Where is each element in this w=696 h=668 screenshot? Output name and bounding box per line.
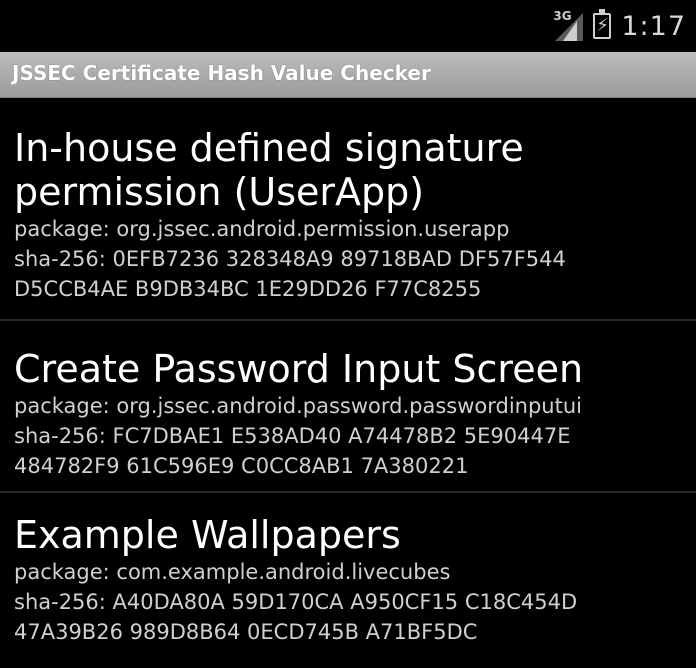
status-bar: 3G ⚡ 1:17 bbox=[0, 0, 696, 52]
battery-icon: ⚡ bbox=[593, 9, 612, 39]
package-name: package: com.example.android.livecubes bbox=[14, 560, 451, 584]
network-type-label: 3G bbox=[553, 9, 572, 23]
list-item[interactable]: In-house defined signature permission (U… bbox=[0, 98, 696, 321]
app-name: In-house defined signature permission (U… bbox=[14, 126, 524, 214]
sha256-line: 47A39B26 989D8B64 0ECD745B A71BF5DC bbox=[14, 620, 478, 644]
sha256-line: sha-256: A40DA80A 59D170CA A950CF15 C18C… bbox=[14, 590, 578, 614]
app-list: In-house defined signature permission (U… bbox=[0, 98, 696, 668]
sha256-line: 484782F9 61C596E9 C0CC8AB1 7A380221 bbox=[14, 454, 469, 478]
sha256-line: D5CCB4AE B9DB34BC 1E29DD26 F77C8255 bbox=[14, 277, 482, 301]
list-item[interactable]: Create Password Input Screen package: or… bbox=[0, 321, 696, 493]
status-clock: 1:17 bbox=[621, 10, 686, 42]
status-icons: 3G ⚡ 1:17 bbox=[553, 8, 686, 44]
sha256-line: sha-256: 0EFB7236 328348A9 89718BAD DF57… bbox=[14, 247, 566, 271]
app-name: Example Wallpapers bbox=[14, 513, 401, 557]
package-name: package: org.jssec.android.permission.us… bbox=[14, 217, 510, 241]
app-title-bar: JSSEC Certificate Hash Value Checker bbox=[0, 52, 696, 98]
signal-icon: 3G bbox=[553, 9, 584, 41]
sha256-line: sha-256: FC7DBAE1 E538AD40 A74478B2 5E90… bbox=[14, 424, 571, 448]
app-title: JSSEC Certificate Hash Value Checker bbox=[12, 61, 431, 85]
list-item[interactable]: Example Wallpapers package: com.example.… bbox=[0, 493, 696, 668]
package-name: package: org.jssec.android.password.pass… bbox=[14, 394, 582, 418]
app-name: Create Password Input Screen bbox=[14, 347, 584, 391]
